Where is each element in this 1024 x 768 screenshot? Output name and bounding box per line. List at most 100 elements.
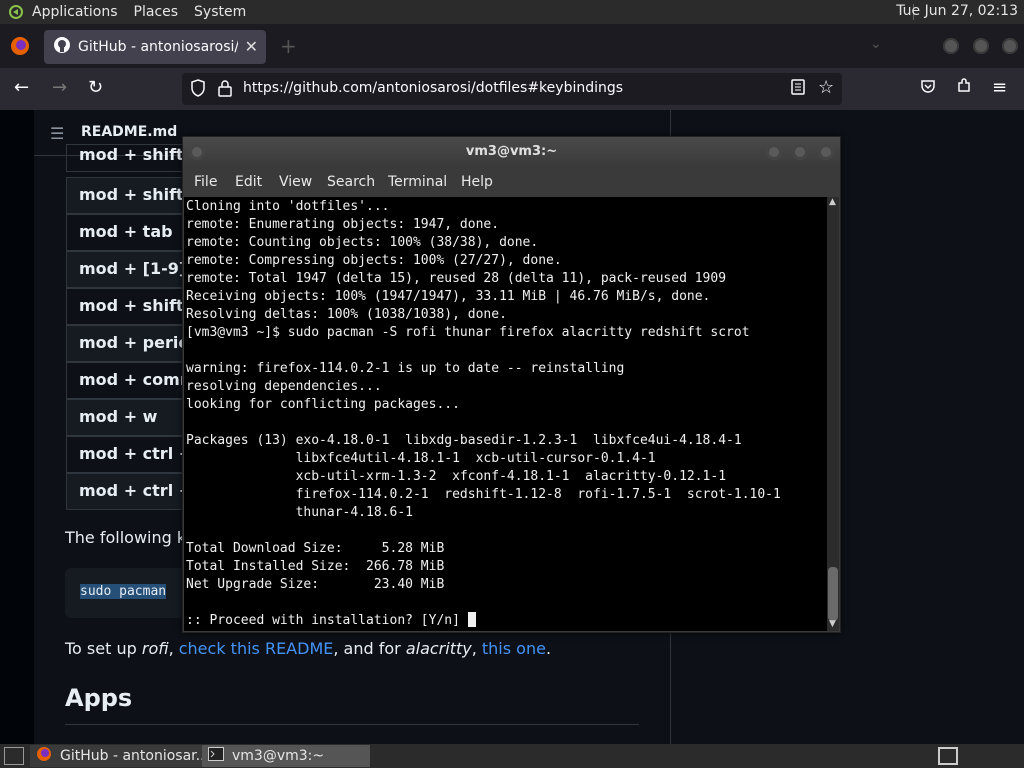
reader-view-icon[interactable] (791, 79, 805, 99)
terminal-line: remote: Enumerating objects: 1947, done. (186, 217, 500, 232)
keybinding-row: mod + [1-9] (66, 251, 196, 288)
terminal-line: Cloning into 'dotfiles'... (186, 199, 390, 214)
pocket-icon[interactable] (920, 78, 936, 99)
terminal-output[interactable]: Cloning into 'dotfiles'... remote: Enumer… (184, 197, 827, 631)
terminal-line: remote: Compressing objects: 100% (27/27… (186, 253, 562, 268)
apps-heading: Apps (65, 684, 133, 712)
page-left-gutter (0, 110, 34, 744)
terminal-line: [vm3@vm3 ~]$ sudo pacman -S rofi thunar … (186, 325, 750, 340)
scroll-up-icon[interactable]: ▲ (829, 197, 836, 207)
terminal-window[interactable]: vm3@vm3:~ File Edit View Search Terminal… (182, 136, 841, 633)
taskbar-firefox[interactable]: GitHub - antoniosar... (30, 745, 202, 767)
keybinding-row: mod + comma (66, 362, 196, 399)
clock[interactable]: Tue Jun 27, 02:13 (896, 3, 1018, 19)
minimize-icon[interactable] (766, 144, 782, 160)
reload-icon[interactable]: ↻ (88, 78, 103, 98)
menu-help[interactable]: Help (461, 174, 493, 190)
menu-terminal[interactable]: Terminal (388, 174, 447, 190)
tab-title: GitHub - antoniosarosi/dotfi (78, 39, 238, 55)
terminal-line: firefox-114.0.2-1 redshift-1.12-8 rofi-1… (186, 487, 781, 502)
github-icon (54, 37, 70, 57)
keybinding-row: mod + ctrl + r (66, 436, 196, 473)
distro-logo-icon[interactable] (6, 4, 26, 20)
taskbar-terminal[interactable]: vm3@vm3:~ (202, 745, 370, 767)
bottom-taskbar: GitHub - antoniosar... vm3@vm3:~ (0, 744, 1024, 768)
menu-search[interactable]: Search (327, 174, 375, 190)
window-menu-icon[interactable] (189, 144, 205, 160)
keybinding-row: mod + ctrl + q (66, 473, 196, 510)
firefox-menu-icon[interactable] (10, 36, 30, 60)
outline-list-icon[interactable]: ☰ (50, 124, 64, 143)
terminal-scrollbar[interactable]: ▲ ▼ (827, 197, 839, 631)
terminal-title: vm3@vm3:~ (465, 144, 558, 159)
browser-tab-active[interactable]: GitHub - antoniosarosi/dotfi ✕ (44, 30, 266, 64)
menu-view[interactable]: View (279, 174, 312, 190)
minimize-window-icon[interactable] (943, 38, 959, 54)
terminal-line: Total Installed Size: 266.78 MiB (186, 559, 445, 574)
terminal-line: Receiving objects: 100% (1947/1947), 33.… (186, 289, 711, 304)
terminal-titlebar[interactable]: vm3@vm3:~ (183, 137, 840, 167)
workspace-switcher[interactable] (938, 747, 958, 765)
terminal-line: libxfce4util-4.18.1-1 xcb-util-cursor-0.… (186, 451, 656, 466)
keybinding-row: mod + shift + (66, 288, 196, 325)
scrollbar-thumb[interactable] (828, 567, 838, 621)
keybinding-row: mod + tab (66, 214, 196, 251)
terminal-line: xcb-util-xrm-1.3-2 xfconf-4.18.1-1 alacr… (186, 469, 727, 484)
show-desktop-icon[interactable] (4, 747, 24, 765)
alacritty-link[interactable]: this one (482, 639, 546, 658)
url-bar[interactable]: https://github.com/antoniosarosi/dotfile… (182, 73, 842, 105)
code-block[interactable]: sudo pacman (65, 568, 185, 618)
tab-close-icon[interactable]: ✕ (245, 37, 258, 56)
readme-title: README.md (81, 124, 178, 140)
menu-file[interactable]: File (194, 174, 217, 190)
menu-applications[interactable]: Applications (32, 4, 118, 20)
terminal-line: Net Upgrade Size: 23.40 MiB (186, 577, 445, 592)
code-text[interactable]: sudo pacman (80, 584, 167, 599)
firefox-icon (36, 746, 52, 766)
browser-tabbar: GitHub - antoniosarosi/dotfi ✕ + ⌄ (0, 24, 1024, 68)
rofi-readme-link[interactable]: check this README (179, 639, 334, 658)
shield-icon[interactable] (190, 79, 206, 101)
menu-system[interactable]: System (194, 4, 246, 20)
taskbar-terminal-label: vm3@vm3:~ (232, 748, 325, 764)
heading-divider (65, 724, 639, 725)
scroll-down-icon[interactable]: ▼ (829, 619, 836, 629)
keybinding-row: mod + w (66, 399, 196, 436)
terminal-line: remote: Counting objects: 100% (38/38), … (186, 235, 539, 250)
menu-edit[interactable]: Edit (235, 174, 262, 190)
keybinding-row: mod + shift + (66, 177, 196, 214)
new-tab-icon[interactable]: + (280, 34, 297, 58)
terminal-line: warning: firefox-114.0.2-1 is up to date… (186, 361, 625, 376)
maximize-icon[interactable] (792, 144, 808, 160)
terminal-line: Total Download Size: 5.28 MiB (186, 541, 445, 556)
terminal-prompt: :: Proceed with installation? [Y/n] (186, 613, 468, 628)
terminal-line: thunar-4.18.6-1 (186, 505, 413, 520)
keybinding-row: mod + period (66, 325, 196, 362)
menu-places[interactable]: Places (134, 4, 179, 20)
taskbar-firefox-label: GitHub - antoniosar... (60, 748, 202, 764)
terminal-line: Packages (13) exo-4.18.0-1 libxdg-basedi… (186, 433, 742, 448)
close-icon[interactable] (818, 144, 834, 160)
maximize-window-icon[interactable] (973, 38, 989, 54)
terminal-line: Resolving deltas: 100% (1038/1038), done… (186, 307, 507, 322)
back-icon[interactable]: ← (14, 78, 29, 98)
lock-icon[interactable] (218, 79, 232, 101)
extensions-icon[interactable] (956, 78, 972, 99)
url-text[interactable]: https://github.com/antoniosarosi/dotfile… (243, 80, 623, 96)
terminal-line: remote: Total 1947 (delta 15), reused 28… (186, 271, 727, 286)
hamburger-menu-icon[interactable]: ≡ (992, 78, 1007, 98)
keybinding-row: mod + shift + (66, 144, 196, 172)
bookmark-star-icon[interactable]: ☆ (818, 77, 834, 98)
close-window-icon[interactable] (1002, 38, 1018, 54)
terminal-line: resolving dependencies... (186, 379, 382, 394)
terminal-icon (208, 747, 224, 765)
forward-icon[interactable]: → (52, 78, 67, 98)
top-panel: Applications Places System Tue Jun 27, 0… (0, 0, 1024, 24)
list-tabs-icon[interactable]: ⌄ (870, 36, 882, 52)
text-cursor (467, 612, 476, 627)
terminal-line: looking for conflicting packages... (186, 397, 460, 412)
